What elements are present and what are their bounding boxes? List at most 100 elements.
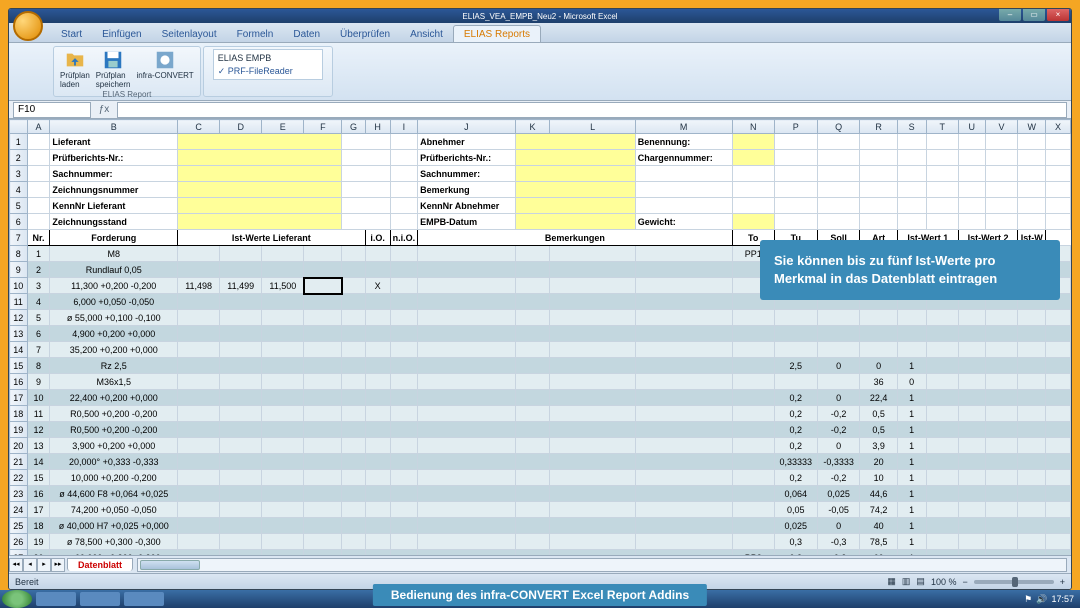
cell-nr[interactable]: 20: [27, 550, 50, 556]
cell[interactable]: [390, 198, 418, 214]
cell-nr[interactable]: 8: [27, 358, 50, 374]
cell[interactable]: [1046, 182, 1071, 198]
cell[interactable]: [635, 438, 732, 454]
cell-forderung[interactable]: 22,400 +0,200 +0,000: [50, 390, 178, 406]
cell-nr[interactable]: 3: [27, 278, 50, 294]
zoom-slider[interactable]: [974, 580, 1054, 584]
cell-forderung[interactable]: 6,000 +0,050 -0,050: [50, 294, 178, 310]
cell[interactable]: [958, 550, 985, 556]
cell-nio[interactable]: [390, 454, 418, 470]
cell-tu[interactable]: 0: [817, 518, 860, 534]
cell[interactable]: [897, 150, 926, 166]
form-label-right[interactable]: Benennung:: [635, 134, 732, 150]
cell-ist-d[interactable]: [220, 390, 262, 406]
form-label-left[interactable]: Prüfberichts-Nr.:: [50, 150, 178, 166]
cell-io[interactable]: [365, 294, 390, 310]
cell[interactable]: [774, 166, 817, 182]
cell-ist-g[interactable]: [342, 534, 365, 550]
cell[interactable]: [958, 406, 985, 422]
row-header[interactable]: 11: [10, 294, 28, 310]
cell[interactable]: [985, 358, 1018, 374]
cell-nio[interactable]: [390, 534, 418, 550]
row-header[interactable]: 13: [10, 326, 28, 342]
cell-io[interactable]: [365, 486, 390, 502]
cell[interactable]: [418, 390, 516, 406]
clock[interactable]: 17:57: [1051, 594, 1074, 604]
cell[interactable]: [1046, 406, 1071, 422]
form-input-right[interactable]: [732, 214, 774, 230]
cell[interactable]: [985, 390, 1018, 406]
cell-io[interactable]: [365, 246, 390, 262]
cell[interactable]: [958, 342, 985, 358]
cell[interactable]: [985, 438, 1018, 454]
cell[interactable]: [550, 294, 635, 310]
cell[interactable]: [958, 534, 985, 550]
cell[interactable]: [926, 198, 958, 214]
cell-forderung[interactable]: ø 78,500 +0,300 -0,300: [50, 534, 178, 550]
row-header[interactable]: 23: [10, 486, 28, 502]
row-header[interactable]: 1: [10, 134, 28, 150]
cell-ist-c[interactable]: [178, 246, 220, 262]
cell[interactable]: [926, 454, 958, 470]
row-header[interactable]: 5: [10, 198, 28, 214]
cell-art[interactable]: 1: [897, 534, 926, 550]
col-header-N[interactable]: N: [732, 120, 774, 134]
cell-nio[interactable]: [390, 294, 418, 310]
start-button[interactable]: [2, 590, 32, 608]
cell-to[interactable]: [774, 310, 817, 326]
cell[interactable]: [1046, 422, 1071, 438]
col-header-F[interactable]: F: [304, 120, 342, 134]
cell[interactable]: [958, 518, 985, 534]
cell-ist-c[interactable]: [178, 342, 220, 358]
cell[interactable]: [635, 502, 732, 518]
cell[interactable]: [1046, 342, 1071, 358]
cell-ist-d[interactable]: [220, 422, 262, 438]
cell[interactable]: [958, 134, 985, 150]
cell[interactable]: [817, 134, 860, 150]
cell[interactable]: [985, 470, 1018, 486]
cell-ist-f[interactable]: [304, 518, 342, 534]
cell[interactable]: [635, 246, 732, 262]
cell[interactable]: [985, 374, 1018, 390]
cell[interactable]: [550, 246, 635, 262]
cell-ist-f[interactable]: [304, 534, 342, 550]
col-header-R[interactable]: R: [860, 120, 897, 134]
cell-soll[interactable]: 20: [860, 454, 897, 470]
cell[interactable]: [985, 198, 1018, 214]
cell-bemerkung[interactable]: [732, 422, 774, 438]
cell-io[interactable]: [365, 374, 390, 390]
cell-nio[interactable]: [390, 326, 418, 342]
cell-art[interactable]: 1: [897, 454, 926, 470]
cell-ist-g[interactable]: [342, 518, 365, 534]
task-item[interactable]: [36, 592, 76, 606]
cell-forderung[interactable]: ø 60,000 +0,300 -0,300: [50, 550, 178, 556]
cell-io[interactable]: [365, 326, 390, 342]
cell[interactable]: [985, 422, 1018, 438]
cell-ist-f[interactable]: [304, 486, 342, 502]
cell[interactable]: [1018, 198, 1046, 214]
cell-ist-c[interactable]: [178, 438, 220, 454]
cell-ist-f[interactable]: [304, 310, 342, 326]
cell[interactable]: [515, 518, 550, 534]
form-input-right[interactable]: [732, 150, 774, 166]
form-input-left[interactable]: [178, 214, 342, 230]
cell[interactable]: [342, 182, 390, 198]
zoom-out-button[interactable]: −: [962, 577, 967, 587]
cell-ist-g[interactable]: [342, 310, 365, 326]
row-header[interactable]: 3: [10, 166, 28, 182]
select-all-corner[interactable]: [10, 120, 28, 134]
cell-nr[interactable]: 17: [27, 502, 50, 518]
cell[interactable]: [1018, 454, 1046, 470]
cell-ist-g[interactable]: [342, 246, 365, 262]
cell[interactable]: [418, 486, 516, 502]
form-label-left[interactable]: KennNr Lieferant: [50, 198, 178, 214]
cell-ist-g[interactable]: [342, 438, 365, 454]
form-label-mid[interactable]: Sachnummer:: [418, 166, 516, 182]
cell[interactable]: [515, 438, 550, 454]
cell-ist-c[interactable]: [178, 470, 220, 486]
cell-ist-c[interactable]: [178, 326, 220, 342]
cell[interactable]: [635, 342, 732, 358]
cell[interactable]: [418, 454, 516, 470]
cell[interactable]: [27, 182, 50, 198]
cell-nr[interactable]: 12: [27, 422, 50, 438]
